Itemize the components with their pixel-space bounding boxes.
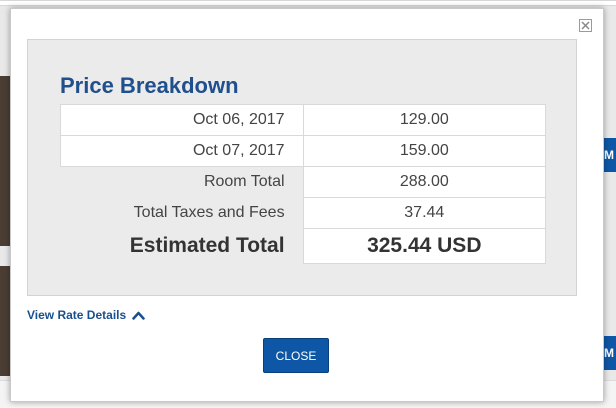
background-button-label: M — [604, 148, 614, 162]
background-photo — [0, 76, 10, 246]
row-value: 288.00 — [302, 166, 547, 198]
background-photo — [0, 266, 10, 376]
table-row: Total Taxes and Fees 37.44 — [61, 197, 547, 229]
background-card-top — [0, 0, 616, 6]
table-row: Oct 07, 2017 159.00 — [60, 135, 547, 167]
row-label: Oct 07, 2017 — [60, 135, 304, 167]
total-label: Estimated Total — [129, 234, 285, 257]
background-button[interactable]: M — [602, 336, 616, 370]
breakdown-table: Oct 06, 2017 129.00 Oct 07, 2017 159.00 … — [60, 104, 547, 264]
row-label: Room Total — [203, 173, 285, 191]
background-button-label: M — [604, 346, 614, 360]
row-label: Oct 06, 2017 — [60, 104, 304, 136]
view-rate-details-label: View Rate Details — [27, 308, 127, 322]
row-value: 37.44 — [302, 197, 547, 229]
price-breakdown-dialog: Price Breakdown Oct 06, 2017 129.00 Oct … — [10, 8, 604, 402]
close-button[interactable]: CLOSE — [263, 338, 329, 373]
breakdown-panel: Price Breakdown Oct 06, 2017 129.00 Oct … — [27, 39, 577, 296]
total-row: Estimated Total 325.44 USD — [61, 228, 547, 264]
total-value: 325.44 USD — [302, 228, 547, 264]
close-icon[interactable] — [579, 19, 592, 32]
table-row: Room Total 288.00 — [61, 166, 547, 198]
chevron-up-icon — [132, 311, 145, 320]
row-value: 159.00 — [302, 135, 547, 167]
table-row: Oct 06, 2017 129.00 — [60, 104, 547, 136]
close-icon-glyph — [581, 21, 590, 30]
view-rate-details-link[interactable]: View Rate Details — [27, 308, 145, 322]
row-value: 129.00 — [302, 104, 547, 136]
dialog-title: Price Breakdown — [60, 73, 239, 98]
row-label: Total Taxes and Fees — [133, 204, 285, 221]
background-button[interactable]: M — [602, 138, 616, 172]
